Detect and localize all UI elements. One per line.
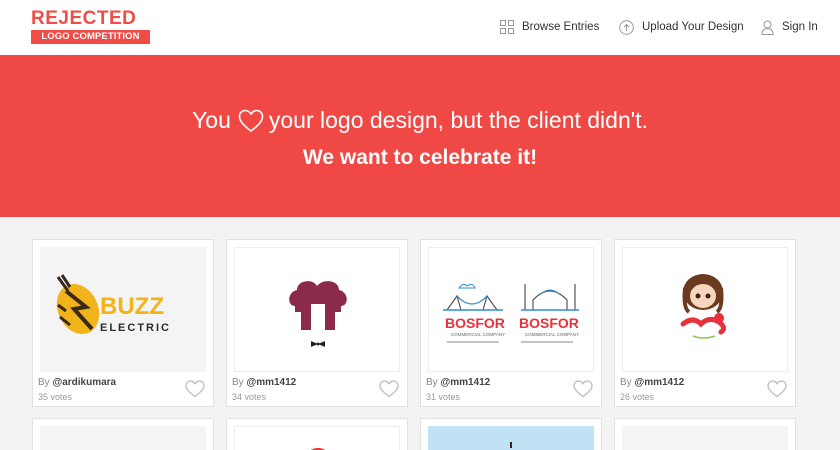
entry-image[interactable] (622, 247, 788, 372)
user-icon (761, 20, 774, 35)
heart-icon[interactable] (573, 380, 593, 398)
logo-subtitle: LOGO COMPETITION (31, 30, 150, 44)
grid-icon (500, 20, 514, 34)
upload-icon (619, 19, 634, 35)
entry-image[interactable] (428, 426, 594, 450)
entry-author: By @mm1412 (426, 377, 490, 388)
entry-author: By @mm1412 (620, 377, 684, 388)
entry-card[interactable] (420, 418, 602, 450)
svg-text:BOSFOR: BOSFOR (519, 315, 579, 331)
svg-text:COMMERCIAL COMPANY: COMMERCIAL COMPANY (525, 332, 579, 337)
site-logo[interactable]: REJECTED LOGO COMPETITION (31, 9, 150, 44)
hero-tagline: You your logo design, but the client did… (0, 107, 840, 134)
nav-label: Upload Your Design (642, 21, 744, 33)
hero-headline: We want to celebrate it! (302, 146, 538, 169)
entry-image[interactable] (234, 426, 400, 450)
author-link[interactable]: @mm1412 (246, 377, 296, 388)
buzz-electric-logo: BUZZ ELECTRIC (56, 274, 171, 335)
hero-banner: You your logo design, but the client did… (0, 55, 840, 217)
entry-card[interactable]: BOSFOR COMMERCIAL COMPANY BOSFOR COMMERC… (420, 239, 602, 407)
entry-card[interactable] (32, 418, 214, 450)
character-logo (680, 274, 727, 339)
entry-card[interactable] (226, 418, 408, 450)
entry-card[interactable]: By @mm1412 34 votes (226, 239, 408, 407)
nav-label: Browse Entries (522, 21, 600, 33)
by-label: By (426, 377, 438, 388)
hero-text-before: You (192, 107, 231, 133)
by-label: By (38, 377, 50, 388)
entry-card[interactable]: BUZZ ELECTRIC By @ardikumara 35 votes (32, 239, 214, 407)
entry-image[interactable]: BUZZ ELECTRIC (40, 247, 206, 372)
nav-browse-entries[interactable]: Browse Entries (500, 17, 599, 37)
svg-text:ELECTRIC: ELECTRIC (100, 322, 171, 334)
hero-text-after: your logo design, but the client didn't. (268, 107, 648, 133)
nav-upload-design[interactable]: Upload Your Design (619, 17, 744, 37)
fruit-logo (510, 442, 512, 448)
nav-label: Sign In (782, 21, 818, 33)
nav-sign-in[interactable]: Sign In (761, 17, 818, 37)
chef-hat-logo (289, 281, 347, 347)
entry-author: By @mm1412 (232, 377, 296, 388)
site-header: REJECTED LOGO COMPETITION Browse Entries… (0, 0, 840, 55)
author-link[interactable]: @mm1412 (634, 377, 684, 388)
heart-icon[interactable] (767, 380, 787, 398)
author-link[interactable]: @ardikumara (52, 377, 116, 388)
entry-image[interactable]: BOSFOR COMMERCIAL COMPANY BOSFOR COMMERC… (428, 247, 594, 372)
entry-card[interactable] (614, 418, 796, 450)
red-arc-logo (311, 448, 325, 450)
entry-card[interactable]: By @mm1412 26 votes (614, 239, 796, 407)
svg-text:BOSFOR: BOSFOR (445, 315, 505, 331)
entry-image[interactable] (40, 426, 206, 450)
vote-count: 31 votes (426, 392, 461, 402)
by-label: By (620, 377, 632, 388)
vote-count: 26 votes (620, 392, 655, 402)
heart-icon (238, 109, 264, 132)
logo-title: REJECTED (31, 8, 137, 29)
vote-count: 34 votes (232, 392, 267, 402)
entry-image[interactable] (234, 247, 400, 372)
heart-icon[interactable] (379, 380, 399, 398)
svg-text:BUZZ: BUZZ (100, 293, 164, 320)
bosfor-logo: BOSFOR COMMERCIAL COMPANY BOSFOR COMMERC… (443, 283, 579, 343)
svg-text:COMMERCIAL COMPANY: COMMERCIAL COMPANY (451, 332, 505, 337)
entry-author: By @ardikumara (38, 377, 116, 388)
heart-icon[interactable] (185, 380, 205, 398)
author-link[interactable]: @mm1412 (440, 377, 490, 388)
entry-image[interactable] (622, 426, 788, 450)
vote-count: 35 votes (38, 392, 73, 402)
by-label: By (232, 377, 244, 388)
